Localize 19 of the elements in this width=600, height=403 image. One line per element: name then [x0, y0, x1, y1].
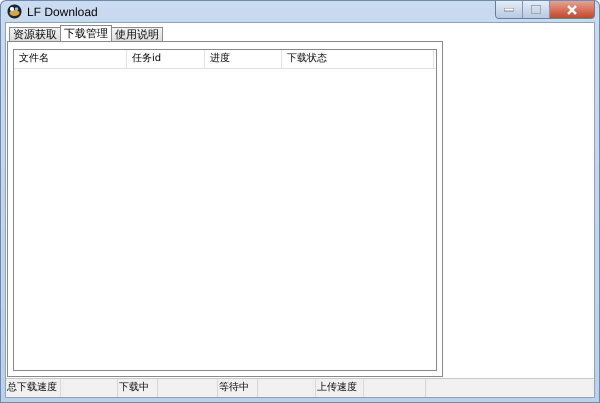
- status-text: 上传速度: [316, 379, 364, 397]
- column-header[interactable]: 任务id: [127, 50, 205, 68]
- status-text: 等待中: [218, 379, 258, 397]
- maximize-icon: [531, 5, 541, 14]
- minimize-button[interactable]: [496, 1, 523, 18]
- column-header[interactable]: 文件名: [14, 50, 127, 68]
- column-header[interactable]: 下载状态: [282, 50, 434, 68]
- close-button[interactable]: [550, 1, 594, 18]
- minimize-icon: [504, 8, 514, 12]
- column-header[interactable]: 进度: [205, 50, 282, 68]
- tab[interactable]: 使用说明: [111, 27, 163, 41]
- status-text: 总下载速度: [6, 379, 61, 397]
- maximize-button[interactable]: [523, 1, 550, 18]
- tab[interactable]: 资源获取: [9, 27, 61, 41]
- close-icon: [566, 4, 578, 14]
- tab[interactable]: 下载管理: [60, 25, 112, 41]
- window-title: LF Download: [27, 4, 98, 18]
- status-text: 下载中: [118, 379, 158, 397]
- app-icon: [7, 4, 22, 19]
